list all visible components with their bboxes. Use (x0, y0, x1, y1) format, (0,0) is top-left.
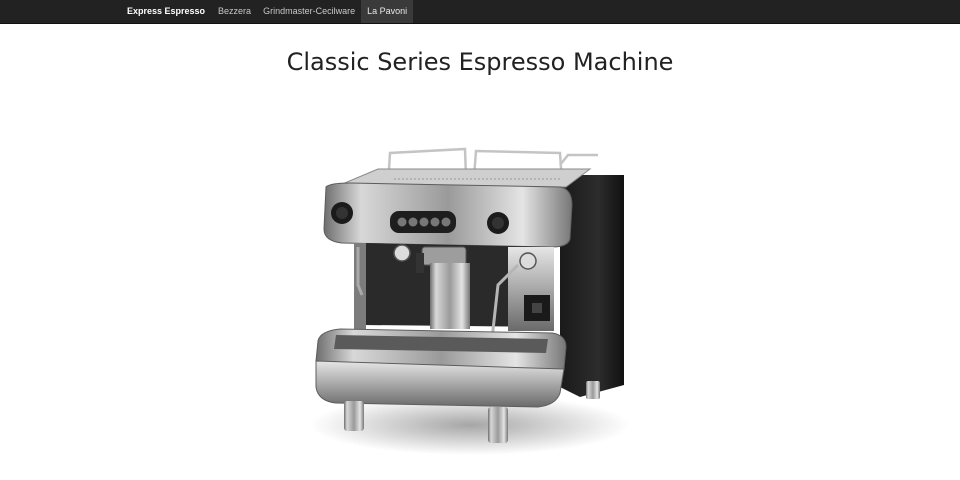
nav-item-grindmaster-cecilware[interactable]: Grindmaster-Cecilware (257, 0, 361, 23)
nav-item-bezzera[interactable]: Bezzera (212, 0, 257, 23)
nav-item-la-pavoni[interactable]: La Pavoni (361, 0, 414, 23)
espresso-machine-image (310, 147, 630, 455)
nav-links: Express Espresso Bezzera Grindmaster-Cec… (120, 0, 414, 23)
page-title: Classic Series Espresso Machine (286, 48, 674, 76)
top-navbar: Express Espresso Bezzera Grindmaster-Cec… (0, 0, 960, 24)
brand-link[interactable]: Express Espresso (120, 0, 212, 23)
